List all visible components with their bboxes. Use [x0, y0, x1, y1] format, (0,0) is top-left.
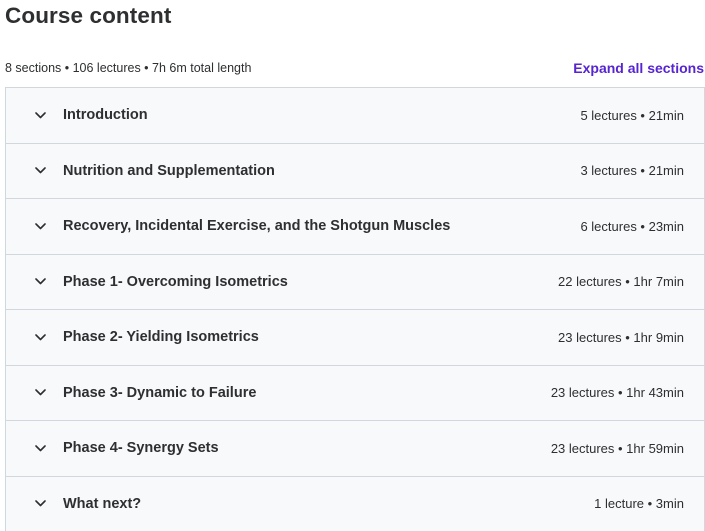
- section-title: Recovery, Incidental Exercise, and the S…: [63, 218, 451, 235]
- section-header[interactable]: Introduction 5 lectures • 21min: [6, 88, 704, 144]
- course-content-panel: Course content 8 sections • 106 lectures…: [0, 0, 705, 531]
- sections-accordion: Introduction 5 lectures • 21min Nutritio…: [5, 87, 705, 531]
- chevron-down-icon: [34, 165, 46, 177]
- section-header[interactable]: Recovery, Incidental Exercise, and the S…: [6, 199, 704, 255]
- section-title: Nutrition and Supplementation: [63, 162, 275, 179]
- section-header[interactable]: Nutrition and Supplementation 3 lectures…: [6, 143, 704, 199]
- page-title: Course content: [5, 3, 172, 28]
- section-meta: 3 lectures • 21min: [580, 163, 684, 179]
- section-meta: 6 lectures • 23min: [580, 218, 684, 234]
- section-header[interactable]: Phase 4- Synergy Sets 23 lectures • 1hr …: [6, 421, 704, 477]
- chevron-down-icon: [34, 276, 46, 288]
- chevron-down-icon: [34, 109, 46, 121]
- chevron-down-icon: [34, 498, 46, 510]
- section-title: Introduction: [63, 107, 148, 124]
- section-meta: 23 lectures • 1hr 9min: [558, 329, 684, 345]
- chevron-down-icon: [34, 220, 46, 232]
- section-title: Phase 3- Dynamic to Failure: [63, 384, 257, 401]
- chevron-down-icon: [34, 442, 46, 454]
- course-summary: 8 sections • 106 lectures • 7h 6m total …: [5, 61, 252, 75]
- chevron-down-icon: [34, 387, 46, 399]
- section-header[interactable]: Phase 1- Overcoming Isometrics 22 lectur…: [6, 254, 704, 310]
- section-meta: 1 lecture • 3min: [594, 496, 684, 512]
- section-meta: 5 lectures • 21min: [580, 107, 684, 123]
- section-title: Phase 2- Yielding Isometrics: [63, 329, 259, 346]
- section-header[interactable]: What next? 1 lecture • 3min: [6, 476, 704, 531]
- section-meta: 23 lectures • 1hr 59min: [550, 440, 684, 456]
- section-meta: 23 lectures • 1hr 43min: [550, 385, 684, 401]
- expand-all-sections-button[interactable]: Expand all sections: [573, 60, 705, 76]
- course-summary-row: 8 sections • 106 lectures • 7h 6m total …: [5, 58, 705, 78]
- section-title: Phase 1- Overcoming Isometrics: [63, 273, 288, 290]
- chevron-down-icon: [34, 331, 46, 343]
- section-header[interactable]: Phase 3- Dynamic to Failure 23 lectures …: [6, 365, 704, 421]
- section-title: What next?: [63, 495, 142, 512]
- section-header[interactable]: Phase 2- Yielding Isometrics 23 lectures…: [6, 310, 704, 366]
- section-title: Phase 4- Synergy Sets: [63, 440, 219, 457]
- section-meta: 22 lectures • 1hr 7min: [558, 274, 684, 290]
